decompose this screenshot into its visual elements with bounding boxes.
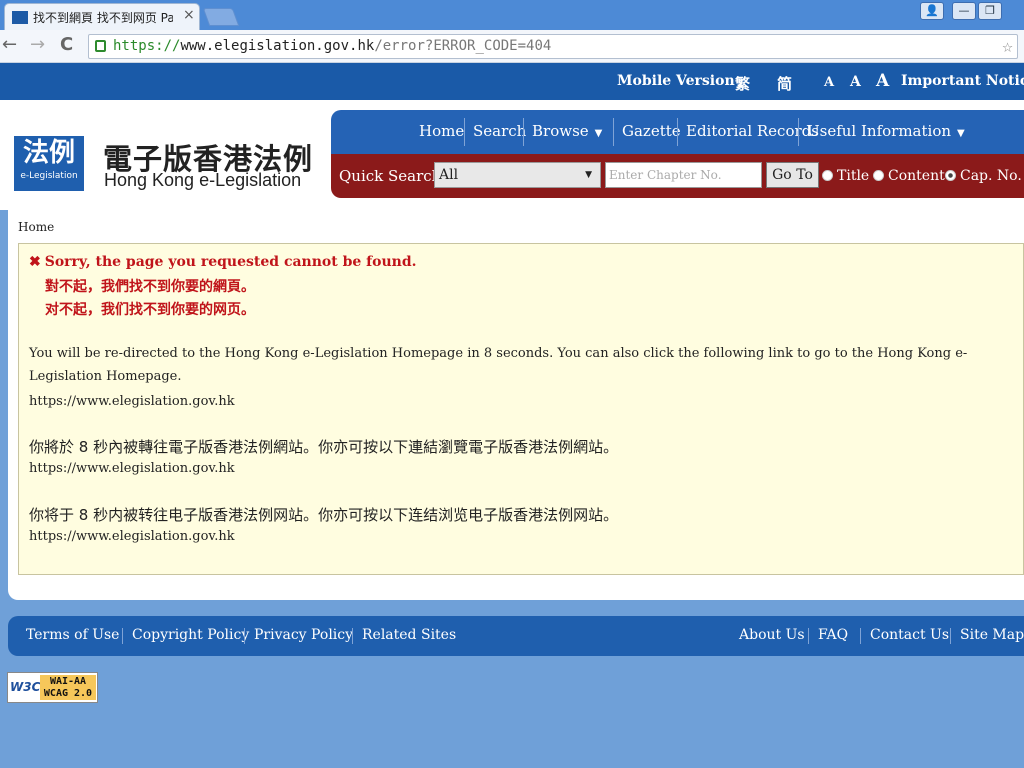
wcag-badge[interactable]: W3C WAI-AA WCAG 2.0 bbox=[7, 672, 98, 703]
restore-button[interactable]: ❐ bbox=[978, 2, 1002, 20]
error-text-en: Sorry, the page you requested cannot be … bbox=[44, 254, 417, 270]
radio-title-label: Title bbox=[837, 168, 870, 184]
radio-icon bbox=[822, 170, 833, 181]
footer-divider bbox=[860, 628, 861, 644]
radio-content[interactable]: Content bbox=[873, 168, 945, 184]
important-notices-link[interactable]: Important Notices bbox=[901, 73, 1024, 89]
quick-search-scope-value: All bbox=[439, 167, 459, 183]
nav-divider bbox=[464, 118, 465, 146]
nav-browse[interactable]: Browse ▼ bbox=[532, 122, 602, 140]
reload-icon[interactable]: C bbox=[60, 34, 73, 55]
footer-copyright-policy[interactable]: Copyright Policy bbox=[132, 627, 249, 643]
homepage-link-sc[interactable]: https://www.elegislation.gov.hk bbox=[29, 529, 235, 544]
nav-divider bbox=[677, 118, 678, 146]
w3c-logo: W3C bbox=[10, 680, 41, 694]
error-heading-tc: 對不起，我們找不到你要的網頁。 bbox=[45, 279, 255, 295]
site-footer: Terms of Use Copyright Policy Privacy Po… bbox=[8, 616, 1024, 656]
forward-arrow-icon[interactable]: → bbox=[30, 34, 45, 55]
font-size-large[interactable]: A bbox=[876, 71, 889, 91]
footer-divider bbox=[352, 628, 353, 644]
traditional-chinese-link[interactable]: 繁 bbox=[735, 73, 750, 94]
error-heading-sc: 对不起，我们找不到你要的网页。 bbox=[45, 302, 255, 318]
quick-search-label: Quick Search bbox=[339, 167, 442, 185]
quick-search-bar: Quick Search All ▼ Enter Chapter No. Go … bbox=[331, 154, 1024, 198]
browser-tab-strip: 找不到網頁 找不到网页 Pa × 👤 — ❐ bbox=[0, 0, 1024, 30]
footer-terms-of-use[interactable]: Terms of Use bbox=[26, 627, 119, 643]
browser-tab[interactable]: 找不到網頁 找不到网页 Pa × bbox=[4, 3, 200, 30]
logo-badge-cn: 法例 bbox=[22, 138, 75, 168]
footer-divider bbox=[808, 628, 809, 644]
nav-useful-information[interactable]: Useful Information ▼ bbox=[807, 122, 965, 140]
radio-icon bbox=[945, 170, 956, 181]
nav-divider bbox=[798, 118, 799, 146]
nav-editorial-records[interactable]: Editorial Records bbox=[686, 122, 819, 140]
redirect-text-tc: 你將於 8 秒內被轉往電子版香港法例網站。你亦可按以下連結瀏覽電子版香港法例網站… bbox=[29, 438, 619, 456]
footer-divider bbox=[244, 628, 245, 644]
radio-title[interactable]: Title bbox=[822, 168, 869, 184]
font-size-small[interactable]: A bbox=[824, 75, 834, 90]
nav-browse-label: Browse bbox=[532, 122, 589, 140]
nav-useful-information-label: Useful Information bbox=[807, 122, 952, 140]
footer-contact-us[interactable]: Contact Us bbox=[870, 627, 949, 643]
close-icon[interactable]: × bbox=[183, 7, 195, 23]
redirect-text-sc: 你将于 8 秒内被转往电子版香港法例网站。你亦可按以下连结浏览电子版香港法例网站… bbox=[29, 506, 619, 524]
logo-badge-en: e-Legislation bbox=[20, 171, 78, 181]
lock-icon bbox=[95, 40, 106, 52]
chapter-number-input[interactable]: Enter Chapter No. bbox=[605, 162, 762, 188]
error-heading-en: ✖ Sorry, the page you requested cannot be… bbox=[29, 254, 417, 270]
footer-related-sites[interactable]: Related Sites bbox=[362, 627, 456, 643]
chevron-down-icon: ▼ bbox=[585, 170, 592, 180]
nav-divider bbox=[523, 118, 524, 146]
footer-divider bbox=[950, 628, 951, 644]
site-title-en: Hong Kong e-Legislation bbox=[104, 170, 302, 190]
go-to-button[interactable]: Go To bbox=[766, 162, 819, 188]
wcag-level-label: WAI-AA WCAG 2.0 bbox=[40, 675, 96, 700]
user-icon[interactable]: 👤 bbox=[920, 2, 944, 20]
homepage-link-en[interactable]: https://www.elegislation.gov.hk bbox=[29, 394, 235, 409]
quick-search-scope-select[interactable]: All ▼ bbox=[434, 162, 601, 188]
radio-content-label: Content bbox=[888, 168, 945, 184]
chevron-down-icon: ▼ bbox=[594, 128, 603, 139]
minimize-button[interactable]: — bbox=[952, 2, 976, 20]
footer-divider bbox=[122, 628, 123, 644]
url-host: www.elegislation.gov.hk bbox=[180, 38, 375, 54]
back-arrow-icon[interactable]: ← bbox=[2, 34, 17, 55]
url-scheme: https:// bbox=[113, 38, 181, 54]
main-nav: Home Search Browse ▼ Gazette Editorial Re… bbox=[331, 110, 1024, 154]
nav-search[interactable]: Search bbox=[473, 122, 526, 140]
tab-favicon-icon bbox=[12, 11, 28, 24]
nav-panel: Home Search Browse ▼ Gazette Editorial Re… bbox=[331, 110, 1024, 198]
footer-privacy-policy[interactable]: Privacy Policy bbox=[254, 627, 353, 643]
new-tab-button[interactable] bbox=[202, 8, 240, 26]
error-message-box: ✖ Sorry, the page you requested cannot be… bbox=[18, 243, 1024, 575]
radio-icon bbox=[873, 170, 884, 181]
homepage-link-tc[interactable]: https://www.elegislation.gov.hk bbox=[29, 461, 235, 476]
radio-cap-no[interactable]: Cap. No. bbox=[945, 168, 1022, 184]
url-path: /error?ERROR_CODE=404 bbox=[374, 38, 552, 54]
nav-divider bbox=[613, 118, 614, 146]
footer-about-us[interactable]: About Us bbox=[739, 627, 805, 643]
wcag-level-line1: WAI-AA bbox=[49, 676, 87, 687]
redirect-text-en: You will be re-directed to the Hong Kong… bbox=[29, 346, 968, 384]
mobile-version-link[interactable]: Mobile Version bbox=[617, 73, 735, 89]
footer-site-map[interactable]: Site Map bbox=[960, 627, 1024, 643]
radio-cap-no-label: Cap. No. bbox=[960, 168, 1022, 184]
breadcrumb[interactable]: Home bbox=[18, 220, 54, 234]
browser-toolbar: ← → C https://www.elegislation.gov.hk/er… bbox=[0, 30, 1024, 63]
star-icon[interactable]: ☆ bbox=[1002, 35, 1013, 58]
wcag-level-line2: WCAG 2.0 bbox=[43, 688, 93, 699]
nav-gazette[interactable]: Gazette bbox=[622, 122, 681, 140]
main-content: Home ✖ Sorry, the page you requested cann… bbox=[8, 210, 1024, 600]
utility-bar: Mobile Version 繁 简 A A A Important Notic… bbox=[0, 63, 1024, 100]
address-bar[interactable]: https://www.elegislation.gov.hk/error?ER… bbox=[88, 34, 1018, 59]
nav-home[interactable]: Home bbox=[419, 122, 464, 140]
tab-title: 找不到網頁 找不到网页 Pa bbox=[33, 11, 173, 25]
font-size-medium[interactable]: A bbox=[850, 74, 861, 90]
site-header: 法例 e-Legislation 電子版香港法例 Hong Kong e-Leg… bbox=[0, 100, 1024, 210]
site-logo[interactable]: 法例 e-Legislation bbox=[14, 136, 84, 191]
footer-faq[interactable]: FAQ bbox=[818, 627, 848, 643]
chevron-down-icon: ▼ bbox=[957, 128, 965, 139]
error-x-icon: ✖ bbox=[29, 254, 41, 270]
simplified-chinese-link[interactable]: 简 bbox=[777, 73, 792, 94]
